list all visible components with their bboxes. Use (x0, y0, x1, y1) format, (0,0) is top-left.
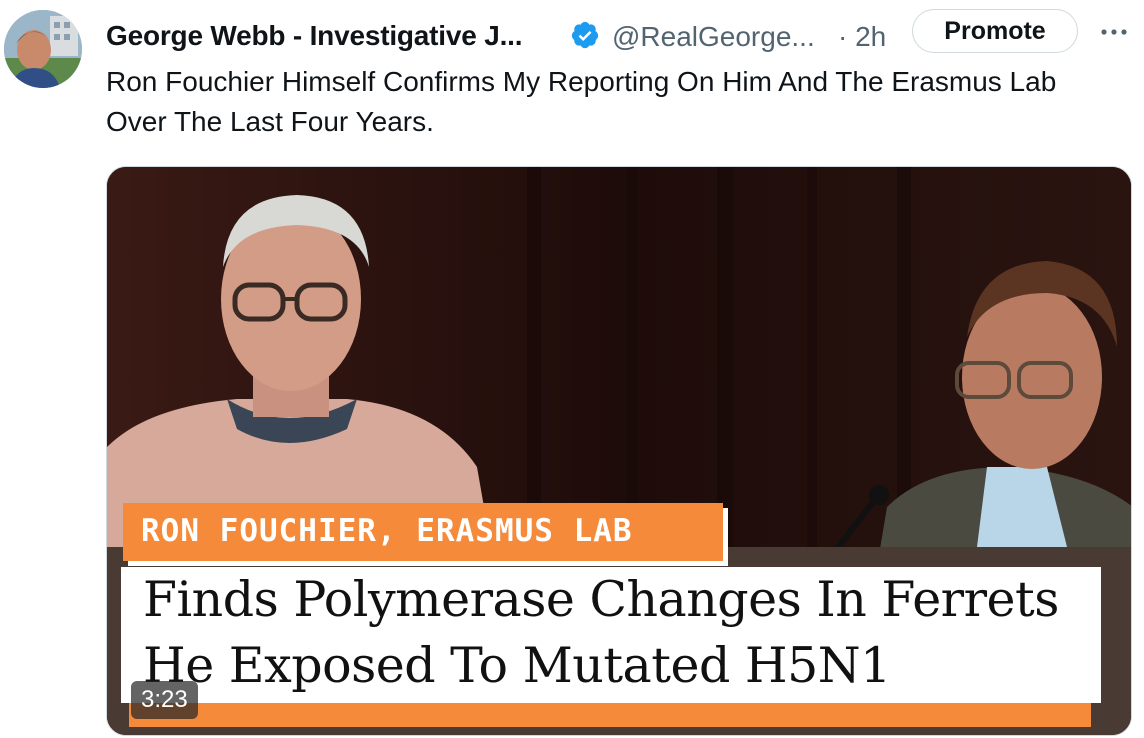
tweet-header: George Webb - Investigative J... @RealGe… (106, 8, 1136, 56)
avatar-image (4, 10, 82, 88)
caption-name-tag: RON FOUCHIER, ERASMUS LAB (123, 503, 723, 561)
avatar[interactable] (4, 10, 82, 88)
tweet-timestamp[interactable]: · 2h (838, 21, 886, 53)
caption-headline-line-2: He Exposed To Mutated H5N1 (143, 637, 891, 694)
caption-headline-line-1: Finds Polymerase Changes In Ferrets (143, 571, 1059, 628)
author-handle[interactable]: @RealGeorge... (612, 21, 815, 53)
more-horizontal-icon[interactable] (1096, 14, 1132, 50)
verified-badge-icon[interactable] (570, 20, 600, 50)
promote-button[interactable]: Promote (912, 9, 1078, 53)
tweet-text: Ron Fouchier Himself Confirms My Reporti… (106, 66, 1057, 137)
video-duration-badge: 3:23 (131, 681, 198, 719)
caption-name-tag-text: RON FOUCHIER, ERASMUS LAB (141, 513, 633, 549)
video-player[interactable]: Finds Polymerase Changes In Ferrets He E… (106, 166, 1132, 736)
author-name[interactable]: George Webb - Investigative J... (106, 20, 523, 52)
